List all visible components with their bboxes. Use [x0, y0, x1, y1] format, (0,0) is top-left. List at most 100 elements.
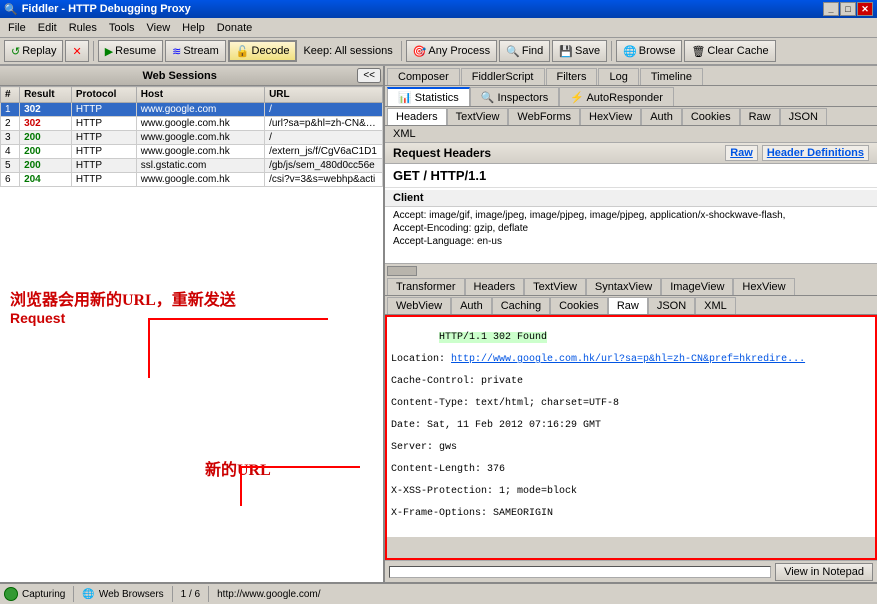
- keep-label: Keep: All sessions: [303, 45, 392, 57]
- cell-host: www.google.com: [136, 103, 264, 117]
- menu-view[interactable]: View: [141, 20, 177, 36]
- menu-donate[interactable]: Donate: [211, 20, 258, 36]
- sub-tab-webforms[interactable]: WebForms: [508, 108, 580, 125]
- tab-filters[interactable]: Filters: [546, 68, 598, 85]
- cell-url: /: [265, 103, 383, 117]
- tab-autoresponder[interactable]: ⚡ AutoResponder: [559, 87, 674, 106]
- resp-tab-raw[interactable]: Raw: [608, 297, 648, 314]
- main-area: Web Sessions << # Result Protocol Host U…: [0, 66, 877, 582]
- process-icon: 🎯: [413, 45, 427, 58]
- resp-tab-xml[interactable]: XML: [695, 297, 736, 314]
- replay-button[interactable]: ↺ Replay: [4, 40, 63, 62]
- sessions-table[interactable]: # Result Protocol Host URL 1 302 HTTP ww…: [0, 86, 383, 582]
- save-button[interactable]: 💾 Save: [552, 40, 607, 62]
- tab-fiddlerscript[interactable]: FiddlerScript: [461, 68, 545, 85]
- cell-id: 2: [1, 117, 20, 131]
- table-row[interactable]: 3 200 HTTP www.google.com.hk /: [1, 131, 383, 145]
- left-panel: Web Sessions << # Result Protocol Host U…: [0, 66, 385, 582]
- decode-button[interactable]: 🔓 Decode: [228, 40, 298, 62]
- cell-url: /extern_js/f/CgV6aC1D1: [265, 145, 383, 159]
- resp-tab-json[interactable]: JSON: [648, 297, 695, 314]
- cell-protocol: HTTP: [71, 103, 136, 117]
- cell-url: /url?sa=p&hl=zh-CN&pre: [265, 117, 383, 131]
- table-row[interactable]: 6 204 HTTP www.google.com.hk /csi?v=3&s=…: [1, 173, 383, 187]
- tab-composer[interactable]: Composer: [387, 68, 460, 85]
- resp-tab-textview[interactable]: TextView: [524, 278, 586, 295]
- raw-xss: X-XSS-Protection: 1; mode=block: [391, 486, 577, 497]
- resume-button[interactable]: ▶ Resume: [98, 40, 163, 62]
- resp-tab-hexview[interactable]: HexView: [733, 278, 794, 295]
- maximize-button[interactable]: □: [840, 2, 856, 16]
- window-title: Fiddler - HTTP Debugging Proxy: [22, 3, 823, 15]
- remove-button[interactable]: ✕: [65, 40, 88, 62]
- sub-tab-cookies[interactable]: Cookies: [682, 108, 740, 125]
- tab-inspectors[interactable]: 🔍 Inspectors: [470, 87, 560, 106]
- resp-tab-syntaxview[interactable]: SyntaxView: [586, 278, 661, 295]
- close-button[interactable]: ✕: [857, 2, 873, 16]
- scrollbar-thumb[interactable]: [387, 266, 417, 276]
- table-row[interactable]: 5 200 HTTP ssl.gstatic.com /gb/js/sem_48…: [1, 159, 383, 173]
- cell-host: www.google.com.hk: [136, 173, 264, 187]
- header-definitions-link[interactable]: Header Definitions: [762, 145, 869, 161]
- resp-tab-caching[interactable]: Caching: [492, 297, 550, 314]
- menu-tools[interactable]: Tools: [103, 20, 141, 36]
- capturing-label: Capturing: [22, 589, 65, 600]
- cell-host: www.google.com.hk: [136, 145, 264, 159]
- menu-rules[interactable]: Rules: [63, 20, 103, 36]
- xml-label[interactable]: XML: [389, 127, 420, 141]
- accept-line: Accept: image/gif, image/jpeg, image/pjp…: [393, 209, 869, 222]
- title-bar-buttons: _ □ ✕: [823, 2, 873, 16]
- clear-cache-button[interactable]: 🗑 Clear Cache: [684, 40, 775, 62]
- top-tabs: Composer FiddlerScript Filters Log Timel…: [385, 66, 877, 86]
- stats-icon: 📊: [398, 92, 412, 104]
- sub-tab-raw[interactable]: Raw: [740, 108, 780, 125]
- panel-header: Web Sessions <<: [0, 66, 383, 86]
- tab-log[interactable]: Log: [598, 68, 638, 85]
- raw-server: Server: gws: [391, 442, 457, 453]
- cell-protocol: HTTP: [71, 145, 136, 159]
- menu-file[interactable]: File: [2, 20, 32, 36]
- replay-icon: ↺: [11, 45, 20, 58]
- cell-protocol: HTTP: [71, 159, 136, 173]
- request-method: GET / HTTP/1.1: [385, 164, 877, 188]
- cell-id: 4: [1, 145, 20, 159]
- resp-tab-cookies[interactable]: Cookies: [550, 297, 608, 314]
- find-button[interactable]: 🔍 Find: [499, 40, 550, 62]
- raw-content[interactable]: HTTP/1.1 302 Found Location: http://www.…: [387, 317, 875, 537]
- sessions-list: # Result Protocol Host URL 1 302 HTTP ww…: [0, 86, 383, 187]
- resp-tab-webview[interactable]: WebView: [387, 297, 451, 314]
- sub-tab-hexview[interactable]: HexView: [580, 108, 641, 125]
- browse-button[interactable]: 🌐 Browse: [616, 40, 682, 62]
- table-row[interactable]: 4 200 HTTP www.google.com.hk /extern_js/…: [1, 145, 383, 159]
- resp-tab-imageview[interactable]: ImageView: [661, 278, 733, 295]
- col-header-host: Host: [136, 87, 264, 103]
- stream-button[interactable]: ≋ Stream: [165, 40, 226, 62]
- view-notepad-button[interactable]: View in Notepad: [775, 563, 873, 581]
- sub-tab-auth[interactable]: Auth: [641, 108, 682, 125]
- tab-timeline[interactable]: Timeline: [640, 68, 703, 85]
- any-process-button[interactable]: 🎯 Any Process: [406, 40, 497, 62]
- sub-tab-json[interactable]: JSON: [780, 108, 827, 125]
- col-header-result: Result: [20, 87, 72, 103]
- cell-result: 204: [20, 173, 72, 187]
- resp-tab-transformer[interactable]: Transformer: [387, 278, 465, 295]
- request-content: Accept: image/gif, image/jpeg, image/pjp…: [385, 207, 877, 263]
- resume-icon: ▶: [105, 45, 113, 58]
- resp-tab-auth[interactable]: Auth: [451, 297, 492, 314]
- menu-edit[interactable]: Edit: [32, 20, 63, 36]
- table-row[interactable]: 1 302 HTTP www.google.com /: [1, 103, 383, 117]
- resp-tab-headers[interactable]: Headers: [465, 278, 525, 295]
- response-tabs-row1: Transformer Headers TextView SyntaxView …: [385, 277, 877, 296]
- menu-help[interactable]: Help: [176, 20, 211, 36]
- minimize-button[interactable]: _: [823, 2, 839, 16]
- table-row[interactable]: 2 302 HTTP www.google.com.hk /url?sa=p&h…: [1, 117, 383, 131]
- tab-statistics[interactable]: 📊 Statistics: [387, 87, 470, 106]
- raw-link[interactable]: Raw: [725, 145, 758, 161]
- sub-tab-headers[interactable]: Headers: [387, 108, 447, 125]
- raw-location-label: Location:: [391, 354, 451, 365]
- sub-tab-textview[interactable]: TextView: [447, 108, 509, 125]
- collapse-button[interactable]: <<: [357, 68, 381, 83]
- raw-location-url[interactable]: http://www.google.com.hk/url?sa=p&hl=zh-…: [451, 354, 805, 365]
- horizontal-scrollbar[interactable]: [385, 263, 877, 277]
- raw-content-length: Content-Length: 376: [391, 464, 505, 475]
